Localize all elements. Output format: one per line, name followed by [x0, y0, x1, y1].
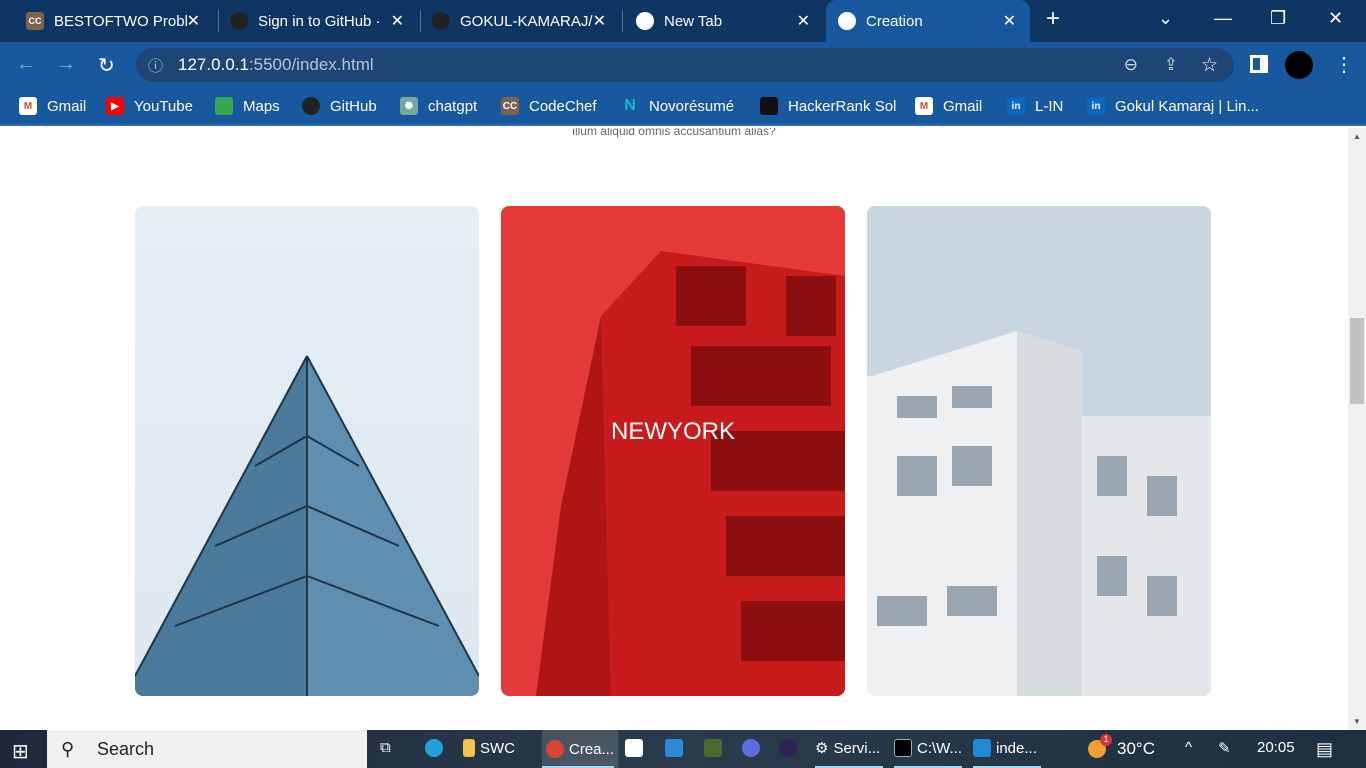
tab-creation[interactable]: Creation ✕: [826, 0, 1030, 42]
github-icon: [432, 12, 450, 30]
search-icon: ⚲: [61, 738, 75, 759]
taskbar-app-services[interactable]: ⚙ Servi...: [815, 739, 880, 758]
toolbar: ← → ↻ ⓘ 127.0.0.1:5500/index.html ⊖ ⇪ ☆ …: [0, 42, 1366, 88]
vscode-icon: [973, 739, 991, 757]
linkedin-icon: in: [1007, 97, 1025, 115]
card-newyork[interactable]: NEWYORK: [501, 206, 845, 696]
page-content: illum aliquid omnis accusantium alias? N…: [0, 128, 1348, 730]
minimize-button[interactable]: —: [1214, 8, 1232, 29]
bing-icon[interactable]: [742, 739, 760, 757]
bookmark-codechef[interactable]: CC CodeChef: [501, 97, 597, 115]
card-city-label: NEWYORK: [610, 418, 735, 445]
forward-button[interactable]: →: [56, 53, 76, 76]
close-window-button[interactable]: ✕: [1328, 8, 1343, 29]
task-view-icon[interactable]: ⧉: [380, 739, 391, 756]
profile-avatar[interactable]: [1285, 51, 1313, 79]
back-button[interactable]: ←: [16, 53, 36, 76]
tray-chevron-icon[interactable]: ^: [1185, 739, 1192, 756]
mail-icon[interactable]: [665, 739, 683, 757]
url-path: :5500/index.html: [248, 55, 374, 74]
gear-icon: ⚙: [815, 740, 829, 757]
store-icon[interactable]: [625, 739, 643, 757]
scrollbar-thumb[interactable]: [1350, 318, 1364, 404]
bookmark-gmail-2[interactable]: M Gmail: [915, 97, 982, 115]
tab-github-signin[interactable]: Sign in to GitHub · ✕: [218, 0, 418, 42]
taskbar-app-chrome[interactable]: Crea...: [542, 730, 619, 768]
url-host: 127.0.0.1: [178, 55, 249, 74]
linkedin-icon: in: [1087, 97, 1105, 115]
tab-search-icon[interactable]: ⌄: [1158, 8, 1173, 29]
scroll-down-icon[interactable]: ▼: [1353, 717, 1361, 726]
card-glass-pyramid[interactable]: [135, 206, 479, 696]
tab-bestoftwo[interactable]: CC BESTOFTWO Probl ✕: [14, 0, 214, 42]
codechef-icon: CC: [501, 97, 519, 115]
bookmark-youtube[interactable]: ▶ YouTube: [106, 97, 193, 115]
tab-github-repo[interactable]: GOKUL-KAMARAJ/✕: [420, 0, 620, 42]
youtube-icon: ▶: [106, 97, 124, 115]
bookmark-linkedin-profile[interactable]: in Gokul Kamaraj | Lin...: [1087, 97, 1259, 115]
white-building-image: [867, 331, 1211, 696]
minecraft-icon[interactable]: [704, 739, 722, 757]
bookmark-novoresume[interactable]: N Novorésumé: [621, 97, 734, 115]
bookmark-gmail[interactable]: M Gmail: [19, 97, 86, 115]
chrome-icon: [546, 740, 564, 758]
chatgpt-icon: ✺: [400, 97, 418, 115]
close-tab-icon[interactable]: ✕: [593, 11, 606, 31]
pen-icon[interactable]: ✎: [1218, 739, 1231, 757]
info-icon: ⓘ: [148, 57, 164, 75]
codechef-icon: CC: [26, 12, 44, 30]
taskbar-search[interactable]: ⚲ Search: [47, 730, 367, 768]
bookmarks-bar: M Gmail ▶ YouTube Maps GitHub ✺ chatgpt CC C…: [0, 88, 1366, 126]
hackerrank-icon: [760, 97, 778, 115]
github-icon: [230, 12, 248, 30]
maps-icon: [215, 97, 233, 115]
card-white-building[interactable]: [867, 206, 1211, 696]
bookmark-l-in[interactable]: in L-IN: [1007, 97, 1063, 115]
bookmark-github[interactable]: GitHub: [302, 97, 377, 115]
share-icon[interactable]: ⇪: [1164, 55, 1178, 75]
notifications-icon[interactable]: ▤: [1316, 739, 1333, 760]
chrome-icon: [636, 12, 654, 30]
side-panel-icon[interactable]: [1250, 55, 1268, 73]
gmail-icon: M: [19, 97, 37, 115]
section-subtitle: illum aliquid omnis accusantium alias?: [572, 128, 776, 138]
vertical-scrollbar[interactable]: ▲ ▼: [1348, 128, 1366, 730]
bookmark-star-icon[interactable]: ☆: [1201, 54, 1218, 77]
taskbar-app-vscode[interactable]: inde...: [973, 739, 1037, 757]
bookmark-maps[interactable]: Maps: [215, 97, 280, 115]
new-tab-button[interactable]: +: [1046, 5, 1060, 33]
bookmark-hackerrank[interactable]: HackerRank Sol: [760, 97, 896, 115]
folder-icon: [463, 739, 475, 757]
edge-icon[interactable]: [425, 739, 443, 757]
windows-start-icon[interactable]: ⊞: [12, 739, 29, 764]
github-icon: [302, 97, 320, 115]
pyramid-building-image: [135, 355, 479, 696]
tab-strip: CC BESTOFTWO Probl ✕ Sign in to GitHub · ✕ …: [0, 0, 1366, 42]
taskbar-app-swc[interactable]: SWC: [463, 739, 515, 757]
globe-icon: [838, 12, 856, 30]
restore-button[interactable]: ❐: [1270, 8, 1286, 29]
tab-new-tab[interactable]: New Tab ✕: [624, 0, 824, 42]
bookmark-chatgpt[interactable]: ✺ chatgpt: [400, 97, 477, 115]
scroll-up-icon[interactable]: ▲: [1353, 132, 1361, 141]
close-tab-icon[interactable]: ✕: [797, 11, 810, 31]
gmail-icon: M: [915, 97, 933, 115]
taskbar: ⊞ ⚲ Search ⧉ SWC Crea... ⚙ Servi... C:\W..…: [0, 730, 1366, 768]
close-tab-icon[interactable]: ✕: [1003, 11, 1016, 31]
eclipse-icon[interactable]: [779, 739, 797, 757]
reload-button[interactable]: ↻: [98, 53, 115, 78]
novoresume-icon: N: [624, 97, 636, 114]
close-tab-icon[interactable]: ✕: [187, 11, 200, 31]
menu-icon[interactable]: ⋮: [1334, 52, 1354, 77]
close-tab-icon[interactable]: ✕: [391, 11, 404, 31]
clock[interactable]: 20:05: [1257, 739, 1295, 756]
weather-badge: 1: [1100, 734, 1112, 746]
zoom-out-icon[interactable]: ⊖: [1124, 55, 1138, 75]
terminal-icon: [894, 739, 912, 757]
taskbar-app-cmd[interactable]: C:\W...: [894, 739, 962, 757]
address-bar[interactable]: ⓘ 127.0.0.1:5500/index.html ⊖ ⇪ ☆: [136, 48, 1234, 82]
red-building-image: [536, 251, 845, 696]
weather-widget[interactable]: 1 30°C: [1088, 734, 1155, 759]
